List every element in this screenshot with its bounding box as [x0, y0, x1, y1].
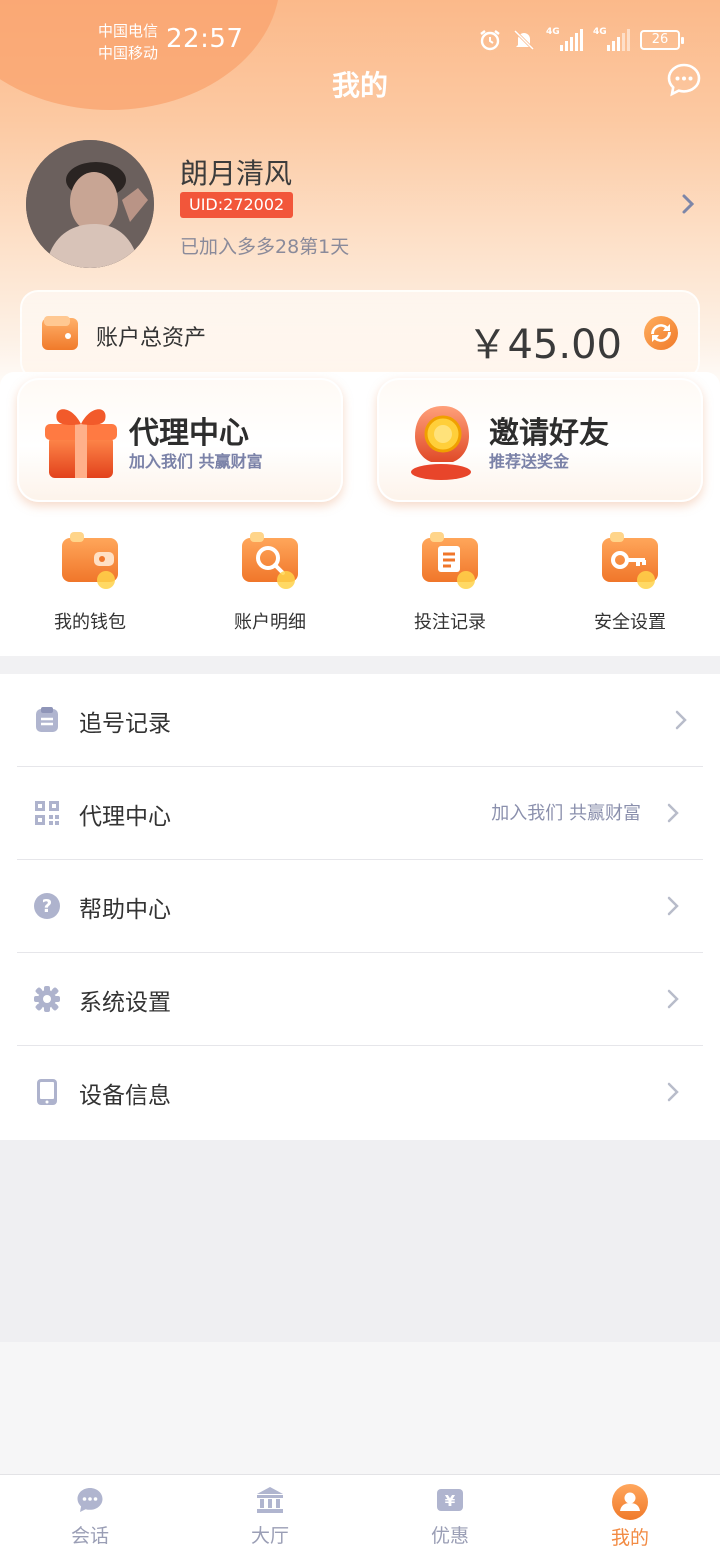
tablet-icon: [37, 1079, 57, 1105]
chevron-right-icon: [675, 710, 687, 730]
join-days-text: 已加入多多28第1天: [180, 236, 350, 258]
carrier-1: 中国电信: [98, 22, 159, 40]
agent-center-title: 代理中心: [129, 416, 249, 451]
qrcode-icon: [35, 801, 59, 825]
user-icon: [612, 1484, 648, 1520]
tab-mine[interactable]: 我的: [540, 1475, 720, 1560]
total-assets-amount: ￥45.00: [467, 322, 622, 368]
bottom-tab-bar: 会话 大厅 ¥ 优惠 我的: [0, 1474, 720, 1560]
status-icons: 4G 4G 26: [478, 27, 684, 52]
tab-chat-label: 会话: [70, 1525, 109, 1547]
tab-mine-label: 我的: [610, 1527, 649, 1549]
chevron-right-icon: [667, 1082, 679, 1102]
clipboard-icon: [36, 707, 58, 732]
quick-bet-records[interactable]: 投注记录: [360, 528, 540, 638]
question-icon: ?: [34, 893, 60, 919]
menu-item-agent-center[interactable]: 代理中心 加入我们 共赢财富: [17, 767, 703, 860]
carrier-2: 中国移动: [98, 44, 159, 62]
empty-area: [0, 1140, 720, 1342]
menu-item-system-settings[interactable]: 系统设置: [17, 953, 703, 1046]
invite-friends-subtitle: 推荐送奖金: [489, 452, 570, 471]
chat-icon: [77, 1488, 103, 1512]
profile-chevron-right-icon[interactable]: [680, 192, 696, 216]
menu-item-system-settings-label: 系统设置: [79, 990, 171, 1016]
quick-security-settings[interactable]: 安全设置: [540, 528, 720, 638]
total-assets-card[interactable]: 账户总资产 ￥45.00: [20, 290, 700, 380]
avatar-image: [26, 140, 154, 268]
search-icon: [242, 532, 298, 589]
notepad-icon: [422, 532, 478, 589]
menu-list: 追号记录 代理中心 加入我们 共赢财富 ? 帮助中心 系统设置 设备信息: [0, 674, 720, 1140]
bank-icon: [257, 1487, 283, 1513]
menu-item-agent-center-label: 代理中心: [79, 804, 171, 830]
total-assets-label: 账户总资产: [96, 326, 207, 351]
alarm-icon: [480, 30, 500, 51]
svg-text:¥: ¥: [445, 1492, 456, 1510]
quick-account-details-label: 账户明细: [234, 612, 306, 633]
invite-friends-card[interactable]: 邀请好友 推荐送奖金: [377, 378, 703, 502]
avatar[interactable]: [26, 140, 154, 268]
signal-1-label: 4G: [546, 27, 560, 37]
chat-bubble-icon[interactable]: [666, 62, 702, 98]
username: 朗月清风: [180, 157, 293, 190]
gift-box-icon: [45, 409, 117, 478]
mute-bell-icon: [513, 29, 535, 51]
agent-center-subtitle: 加入我们 共赢财富: [129, 452, 263, 471]
coin-hand-icon: [411, 406, 471, 480]
battery-icon: 26: [640, 30, 684, 50]
menu-item-help-center[interactable]: ? 帮助中心: [17, 860, 703, 953]
uid-badge: UID:272002: [180, 192, 294, 218]
tab-lobby[interactable]: 大厅: [180, 1475, 360, 1560]
wallet-icon: [62, 532, 118, 589]
chevron-right-icon: [667, 803, 679, 823]
quick-my-wallet-label: 我的钱包: [54, 612, 126, 633]
svg-text:?: ?: [42, 896, 52, 917]
signal-2-label: 4G: [593, 27, 607, 37]
agent-center-card[interactable]: 代理中心 加入我们 共赢财富: [17, 378, 343, 502]
tab-chat[interactable]: 会话: [0, 1475, 180, 1560]
menu-item-agent-center-subtitle: 加入我们 共赢财富: [491, 803, 641, 824]
carrier-names: 中国电信 中国移动: [98, 20, 158, 64]
menu-item-device-info[interactable]: 设备信息: [17, 1046, 703, 1139]
quick-security-settings-label: 安全设置: [594, 612, 666, 633]
signal-1-icon: 4G: [546, 27, 583, 51]
tab-lobby-label: 大厅: [250, 1525, 289, 1547]
empty-area-lower: [0, 1342, 720, 1474]
key-icon: [602, 532, 658, 589]
wallet-icon: [42, 316, 78, 350]
tab-promotions-label: 优惠: [430, 1525, 469, 1547]
gear-icon: [34, 986, 60, 1012]
menu-item-help-center-label: 帮助中心: [79, 897, 171, 923]
menu-item-chase-records[interactable]: 追号记录: [17, 674, 703, 767]
page-title: 我的: [331, 69, 388, 102]
quick-account-details[interactable]: 账户明细: [180, 528, 360, 638]
invite-friends-title: 邀请好友: [489, 416, 609, 451]
quick-my-wallet[interactable]: 我的钱包: [0, 528, 180, 638]
coupon-icon: ¥: [437, 1489, 463, 1511]
chevron-right-icon: [667, 989, 679, 1009]
chevron-right-icon: [667, 896, 679, 916]
quick-actions: 我的钱包 账户明细 投注记录 安全设置: [0, 528, 720, 638]
refresh-icon[interactable]: [642, 314, 680, 352]
menu-item-device-info-label: 设备信息: [79, 1083, 171, 1109]
tab-promotions[interactable]: ¥ 优惠: [360, 1475, 540, 1560]
menu-item-chase-records-label: 追号记录: [79, 711, 171, 737]
signal-2-icon: 4G: [593, 27, 630, 51]
quick-bet-records-label: 投注记录: [414, 612, 486, 633]
status-time: 22:57: [166, 24, 244, 54]
